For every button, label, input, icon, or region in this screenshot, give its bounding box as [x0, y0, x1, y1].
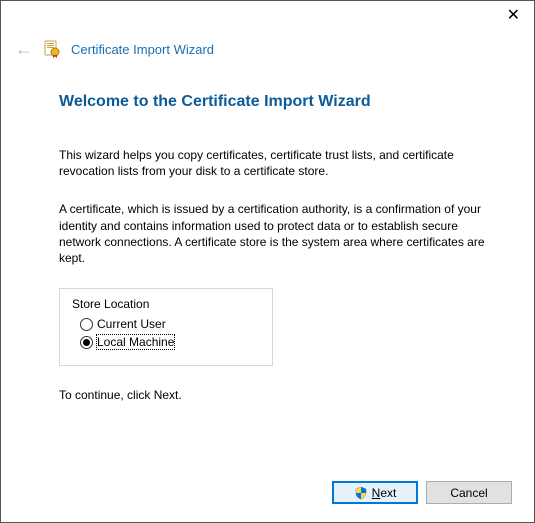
cancel-button[interactable]: Cancel	[426, 481, 512, 504]
next-button-label: Next	[372, 486, 397, 500]
description-text: A certificate, which is issued by a cert…	[59, 201, 488, 266]
radio-local-machine[interactable]: Local Machine	[80, 335, 260, 349]
radio-icon	[80, 336, 93, 349]
back-arrow-icon: ←	[15, 40, 33, 58]
content-area: Welcome to the Certificate Import Wizard…	[1, 63, 534, 402]
continue-hint: To continue, click Next.	[59, 388, 488, 402]
radio-current-user[interactable]: Current User	[80, 317, 260, 331]
intro-text: This wizard helps you copy certificates,…	[59, 147, 488, 179]
next-button[interactable]: Next	[332, 481, 418, 504]
titlebar: ✕	[1, 1, 534, 35]
radio-label-local-machine: Local Machine	[97, 335, 174, 349]
store-location-legend: Store Location	[72, 297, 260, 311]
page-heading: Welcome to the Certificate Import Wizard	[59, 93, 488, 111]
close-icon[interactable]: ✕	[501, 5, 526, 25]
wizard-title: Certificate Import Wizard	[71, 42, 214, 57]
cancel-button-label: Cancel	[450, 486, 487, 500]
store-location-group: Store Location Current User Local Machin…	[59, 288, 273, 366]
uac-shield-icon	[354, 486, 368, 500]
certificate-icon	[43, 40, 61, 58]
wizard-header: ← Certificate Import Wizard	[1, 35, 534, 63]
radio-label-current-user: Current User	[97, 317, 166, 331]
footer-buttons: Next Cancel	[332, 481, 512, 504]
radio-icon	[80, 318, 93, 331]
